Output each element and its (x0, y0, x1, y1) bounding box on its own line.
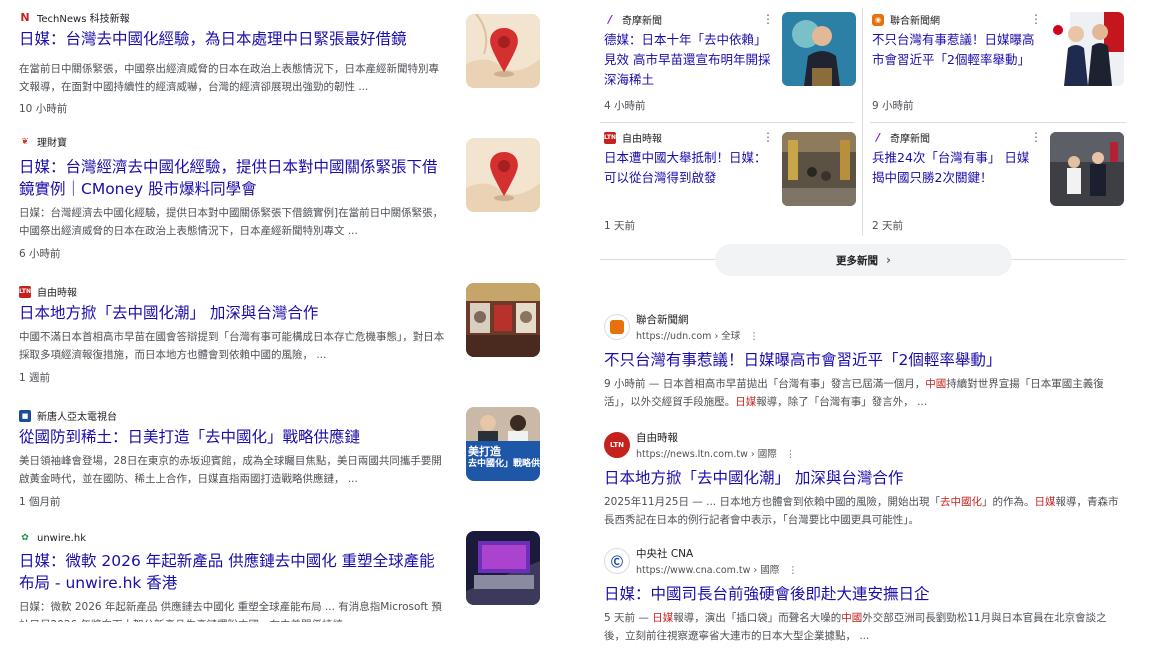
news-thumbnail-photo[interactable] (782, 12, 856, 86)
news-thumbnail-photo[interactable] (782, 132, 856, 206)
snippet-text: 」的作為。 (981, 496, 1035, 508)
news-source: LTN 自由時報 (604, 130, 662, 145)
udn-logo-icon (604, 314, 630, 340)
news-snippet: 日媒：微軟 2026 年起新產品 供應鏈去中國化 重塑全球產能布局 ... 有消… (19, 601, 442, 625)
more-options-icon[interactable]: ⋮ (788, 565, 798, 576)
chevron-right-icon: › (886, 253, 891, 267)
news-source: ✿ unwire.hk (19, 532, 86, 544)
news-source: LTN 自由時報 (19, 284, 77, 299)
left-news-column: N TechNews 科技新報 日媒：台灣去中國化經驗，為日本處理中日緊張最好借… (0, 0, 567, 625)
news-title-link[interactable]: 日媒：台灣經濟去中國化經驗，提供日本對中國關係緊張下借鏡實例｜CMoney 股市… (19, 156, 444, 200)
news-source: ■ 新唐人亞太電視台 (19, 408, 117, 423)
more-news-button[interactable]: 更多新聞 › (715, 244, 1012, 276)
news-time: 6 小時前 (19, 248, 61, 260)
news-card[interactable]: ✿ unwire.hk 日媒：微軟 2026 年起新產品 供應鏈去中國化 重塑全… (0, 522, 567, 625)
highlighted-keyword: 中國 (925, 378, 947, 390)
result-snippet: 5 天前 — 日媒報導，演出「插口袋」而聲名大噪的中國外交部亞洲司長劉勁松11月… (604, 609, 1124, 645)
news-time: 1 個月前 (19, 496, 61, 508)
highlighted-keyword: 中國 (841, 612, 863, 624)
result-snippet: 9 小時前 — 日本首相高市早苗拋出「台灣有事」發言已屆滿一個月，中國持續對世界… (604, 375, 1124, 411)
more-options-icon[interactable]: ⋮ (786, 449, 796, 460)
more-options-icon[interactable]: ⋮ (749, 331, 759, 342)
top-story-cell[interactable]: ◉ 聯合新聞網 ⋮ 不只台灣有事惹議！日媒曝高市會習近平「2個輕率舉動」 9 小… (868, 4, 1126, 119)
snippet-text: 5 天前 — (604, 612, 653, 624)
left-column-cutoff (0, 622, 567, 655)
web-result: 聯合新聞網 https://udn.com › 全球 ⋮ 不只台灣有事惹議！日媒… (604, 312, 1144, 411)
highlighted-keyword: 去中國化 (939, 496, 982, 508)
news-source: ❦ 理財寶 (19, 134, 67, 150)
news-card[interactable]: ■ 新唐人亞太電視台 從國防到稀土：日美打造「去中國化」戰略供應鏈 美日領袖峰會… (0, 398, 567, 522)
result-title-link[interactable]: 日媒：中國司長台前強硬會後即赴大連安撫日企 (604, 583, 1144, 605)
ntdtv-logo-icon: ■ (19, 409, 31, 422)
news-title-link[interactable]: 德媒：日本十年「去中依賴」見效 高市早苗還宣布明年開採深海稀土 (604, 30, 772, 90)
licaibao-logo-icon: ❦ (21, 136, 29, 147)
news-time: 4 小時前 (604, 100, 646, 112)
news-snippet: 中國不滿日本首相高市早苗在國會答辯提到「台灣有事可能構成日本存亡危機事態」，對日… (19, 331, 445, 361)
highlighted-keyword: 日媒 (735, 396, 757, 408)
news-source: N TechNews 科技新報 (20, 11, 130, 25)
result-header[interactable]: Ⓒ 中央社 CNA https://www.cna.com.tw › 國際 ⋮ (604, 546, 1144, 582)
snippet-text: 2025年11月25日 — ... 日本地方也體會到依賴中國的風險，開始出現「 (604, 496, 940, 508)
ltn-logo-icon: LTN (604, 131, 616, 144)
news-time: 9 小時前 (872, 100, 914, 112)
yahoo-logo-icon: / (607, 13, 613, 26)
result-header[interactable]: LTN 自由時報 https://news.ltn.com.tw › 國際 ⋮ (604, 430, 1144, 466)
news-thumbnail-photo[interactable] (466, 531, 540, 605)
news-thumbnail-map-pin[interactable] (466, 138, 540, 212)
news-thumbnail-photo[interactable]: 美打造 去中國化」戰略供 (466, 407, 540, 481)
more-options-icon[interactable]: ⋮ (1030, 131, 1042, 143)
news-source: ◉ 聯合新聞網 (872, 12, 940, 27)
news-time: 1 週前 (19, 372, 51, 384)
news-card[interactable]: ❦ 理財寶 日媒：台灣經濟去中國化經驗，提供日本對中國關係緊張下借鏡實例｜CMo… (0, 124, 567, 260)
snippet-text: 報導，除了「台灣有事」發言外， ... (756, 396, 928, 408)
unwire-logo-icon: ✿ (21, 533, 29, 543)
news-snippet: 在當前日中關係緊張，中國祭出經濟威脅的日本在政治上表態情況下，日本產經新聞特別專… (19, 63, 439, 93)
news-source: / 奇摩新聞 (872, 130, 930, 145)
news-time: 10 小時前 (19, 103, 68, 115)
news-snippet: 美日領袖峰會登場，28日在東京的赤坂迎賓館，成為全球矚目焦點，美日兩國共同攜手要… (19, 455, 442, 485)
result-title-link[interactable]: 日本地方掀「去中國化潮」 加深與台灣合作 (604, 467, 1144, 489)
news-title-link[interactable]: 從國防到稀土：日美打造「去中國化」戰略供應鏈 (19, 426, 444, 448)
thumbnail-caption: 美打造 去中國化」戰略供 (468, 445, 540, 469)
news-source: / 奇摩新聞 (604, 12, 662, 27)
cna-logo-icon: Ⓒ (604, 548, 630, 574)
ltn-logo-icon: LTN (19, 285, 31, 298)
news-title-link[interactable]: 日媒：微軟 2026 年起新產品 供應鏈去中國化 重塑全球產能布局 - unwi… (19, 550, 444, 594)
news-card[interactable]: LTN 自由時報 日本地方掀「去中國化潮」 加深與台灣合作 中國不滿日本首相高市… (0, 274, 567, 398)
more-options-icon[interactable]: ⋮ (1030, 13, 1042, 25)
snippet-text: 報導，演出「插口袋」而聲名大噪的 (673, 612, 842, 624)
highlighted-keyword: 日媒 (652, 612, 674, 624)
news-title-link[interactable]: 兵推24次「台灣有事」 日媒揭中國只勝2次關鍵！ (872, 148, 1040, 188)
news-thumbnail-photo[interactable] (466, 283, 540, 357)
news-title-link[interactable]: 不只台灣有事惹議！日媒曝高市會習近平「2個輕率舉動」 (872, 30, 1040, 70)
news-time: 2 天前 (872, 220, 904, 232)
news-time: 1 天前 (604, 220, 636, 232)
web-result: LTN 自由時報 https://news.ltn.com.tw › 國際 ⋮ … (604, 430, 1144, 529)
more-options-icon[interactable]: ⋮ (762, 13, 774, 25)
udn-logo-icon: ◉ (872, 13, 884, 26)
grid-divider (862, 8, 863, 236)
technews-logo-icon: N (20, 11, 30, 24)
top-story-cell[interactable]: LTN 自由時報 ⋮ 日本遭中國大舉抵制！日媒：可以從台灣得到啟發 1 天前 (600, 122, 858, 237)
web-result: Ⓒ 中央社 CNA https://www.cna.com.tw › 國際 ⋮ … (604, 546, 1144, 645)
news-title-link[interactable]: 日本地方掀「去中國化潮」 加深與台灣合作 (19, 302, 444, 324)
more-options-icon[interactable]: ⋮ (762, 131, 774, 143)
news-title-link[interactable]: 日媒：台灣去中國化經驗，為日本處理中日緊張最好借鏡 (19, 28, 444, 50)
highlighted-keyword: 日媒 (1034, 496, 1056, 508)
news-snippet: 日媒：台灣經濟去中國化經驗，提供日本對中國關係緊張下借鏡實例]在當前日中關係緊張… (19, 207, 444, 237)
news-thumbnail-map-pin[interactable] (466, 14, 540, 88)
result-snippet: 2025年11月25日 — ... 日本地方也體會到依賴中國的風險，開始出現「去… (604, 493, 1124, 529)
snippet-text: 9 小時前 — 日本首相高市早苗拋出「台灣有事」發言已屆滿一個月， (604, 378, 926, 390)
news-thumbnail-photo[interactable] (1050, 12, 1124, 86)
yahoo-logo-icon: / (875, 131, 881, 144)
ltn-logo-icon: LTN (604, 432, 630, 458)
top-story-cell[interactable]: / 奇摩新聞 ⋮ 兵推24次「台灣有事」 日媒揭中國只勝2次關鍵！ 2 天前 (868, 122, 1126, 237)
news-title-link[interactable]: 日本遭中國大舉抵制！日媒：可以從台灣得到啟發 (604, 148, 772, 188)
result-title-link[interactable]: 不只台灣有事惹議！日媒曝高市會習近平「2個輕率舉動」 (604, 349, 1144, 371)
result-header[interactable]: 聯合新聞網 https://udn.com › 全球 ⋮ (604, 312, 1144, 348)
news-thumbnail-photo[interactable] (1050, 132, 1124, 206)
top-story-cell[interactable]: / 奇摩新聞 ⋮ 德媒：日本十年「去中依賴」見效 高市早苗還宣布明年開採深海稀土… (600, 4, 858, 119)
news-card[interactable]: N TechNews 科技新報 日媒：台灣去中國化經驗，為日本處理中日緊張最好借… (0, 0, 567, 124)
